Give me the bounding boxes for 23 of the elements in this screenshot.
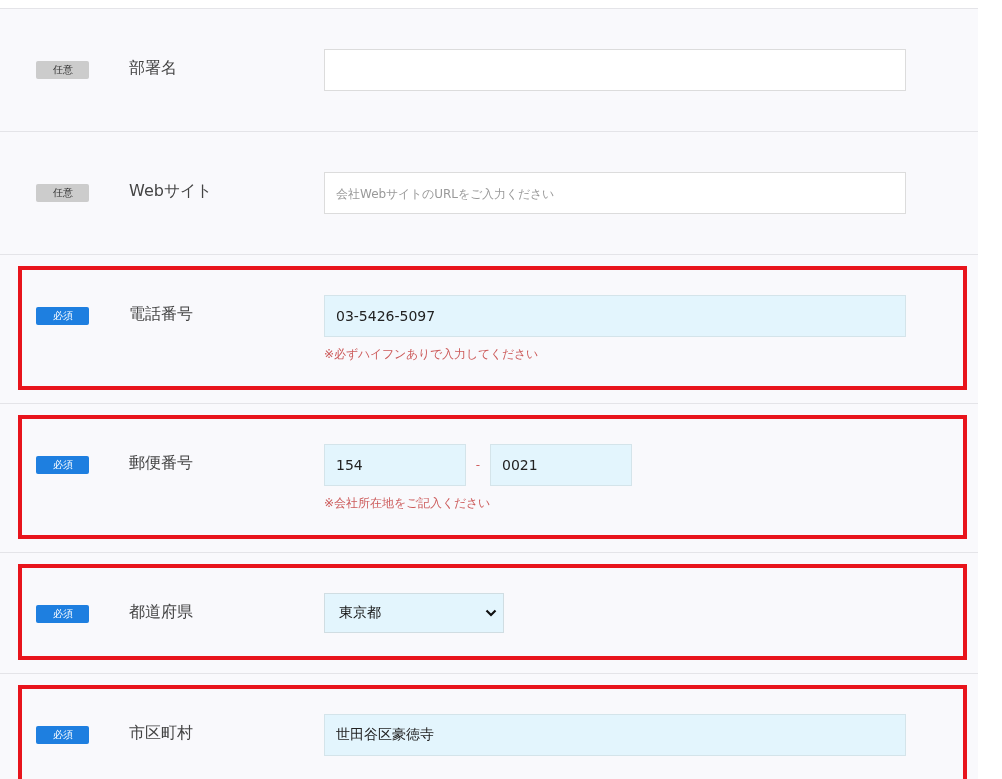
hint-text: ※必ずハイフンありで入力してください	[324, 346, 540, 363]
badge: 必須	[36, 307, 89, 325]
input-field[interactable]: 会社WebサイトのURLをご入力ください	[324, 172, 906, 214]
badge: 任意	[36, 184, 89, 202]
input-field[interactable]: 世田谷区豪徳寺	[324, 714, 906, 756]
select-dropdown[interactable]: 東京都	[324, 593, 504, 633]
badge: 必須	[36, 726, 89, 744]
chevron-down-icon	[485, 609, 497, 617]
badge: 任意	[36, 61, 89, 79]
field-label: Webサイト	[129, 181, 213, 202]
input-field[interactable]: 0021	[490, 444, 632, 486]
input-field[interactable]: 154	[324, 444, 466, 486]
input-field[interactable]	[324, 49, 906, 91]
field-label: 都道府県	[129, 602, 194, 623]
field-label: 郵便番号	[129, 453, 194, 474]
field-label: 電話番号	[129, 304, 194, 325]
hint-text: ※会社所在地をご記入ください	[324, 495, 492, 512]
field-label: 部署名	[129, 58, 178, 79]
field-label: 市区町村	[129, 723, 194, 744]
separator: -	[474, 458, 482, 472]
input-field[interactable]: 03-5426-5097	[324, 295, 906, 337]
badge: 必須	[36, 456, 89, 474]
badge: 必須	[36, 605, 89, 623]
